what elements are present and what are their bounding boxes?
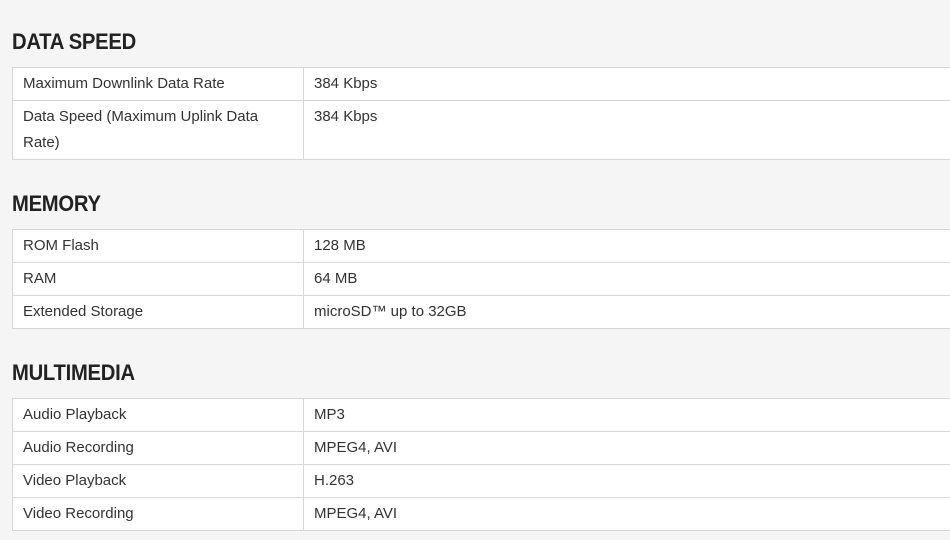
- spec-value: 384 Kbps: [303, 67, 950, 101]
- spec-label: Maximum Downlink Data Rate: [12, 67, 304, 101]
- table-row: Video Recording MPEG4, AVI: [12, 497, 950, 531]
- spec-value: 128 MB: [303, 229, 950, 263]
- table-row: Extended Storage microSD™ up to 32GB: [12, 295, 950, 329]
- spec-value: MPEG4, AVI: [303, 431, 950, 465]
- spec-label: RAM: [12, 262, 304, 296]
- spec-label: Data Speed (Maximum Uplink Data Rate): [12, 100, 304, 160]
- spec-value: 384 Kbps: [303, 100, 950, 160]
- section-title-data-speed: DATA SPEED: [12, 29, 136, 54]
- spec-label: Audio Playback: [12, 398, 304, 432]
- table-row: ROM Flash 128 MB: [12, 229, 950, 263]
- spec-table-multimedia: Audio Playback MP3 Audio Recording MPEG4…: [12, 398, 950, 531]
- spec-label: ROM Flash: [12, 229, 304, 263]
- section-title-multimedia: MULTIMEDIA: [12, 360, 135, 385]
- table-row: Audio Recording MPEG4, AVI: [12, 431, 950, 465]
- spec-label: Video Playback: [12, 464, 304, 498]
- table-row: Audio Playback MP3: [12, 398, 950, 432]
- spec-label: Extended Storage: [12, 295, 304, 329]
- spec-value: microSD™ up to 32GB: [303, 295, 950, 329]
- spec-value: 64 MB: [303, 262, 950, 296]
- table-row: Video Playback H.263: [12, 464, 950, 498]
- spec-label: Video Recording: [12, 497, 304, 531]
- table-row: Maximum Downlink Data Rate 384 Kbps: [12, 67, 950, 101]
- spec-value: MPEG4, AVI: [303, 497, 950, 531]
- table-row: RAM 64 MB: [12, 262, 950, 296]
- table-row: Data Speed (Maximum Uplink Data Rate) 38…: [12, 100, 950, 160]
- spec-table-memory: ROM Flash 128 MB RAM 64 MB Extended Stor…: [12, 229, 950, 329]
- spec-value: H.263: [303, 464, 950, 498]
- spec-table-data-speed: Maximum Downlink Data Rate 384 Kbps Data…: [12, 67, 950, 160]
- section-title-memory: MEMORY: [12, 191, 101, 216]
- spec-value: MP3: [303, 398, 950, 432]
- spec-label: Audio Recording: [12, 431, 304, 465]
